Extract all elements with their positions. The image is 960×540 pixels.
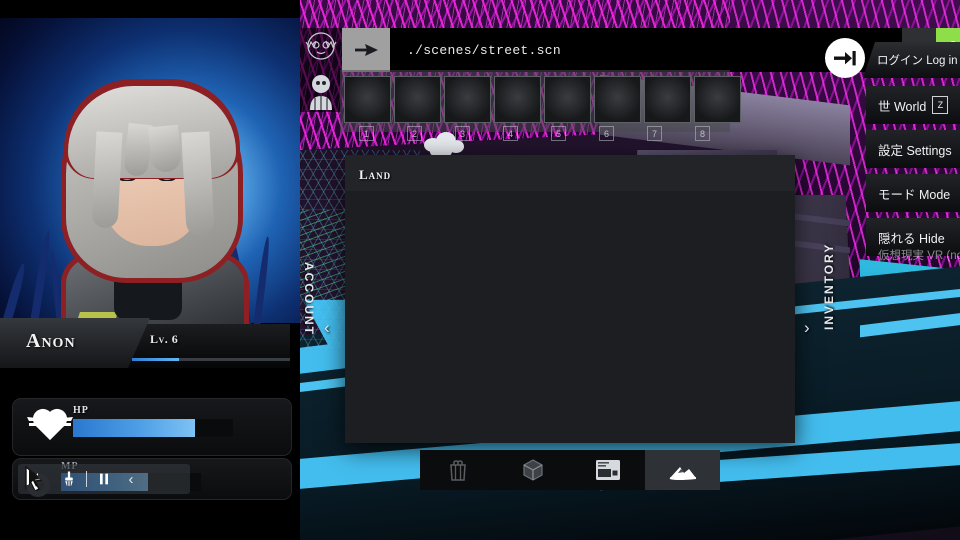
palette-collapse-chevron: ‹ [128, 470, 134, 488]
character-sidelock-right [181, 131, 215, 237]
hotbar-slot[interactable] [444, 76, 491, 123]
hotbar-slot[interactable] [394, 76, 441, 123]
hotbar-slot-number: 5 [536, 126, 581, 141]
vr-label: 仮想現実 VR (no) [878, 250, 960, 262]
hotbar-slot-number-label: 5 [551, 126, 566, 141]
character-model [52, 80, 252, 330]
menu-item-1[interactable]: 世 World Z [866, 86, 960, 124]
avatar-face-icon [305, 32, 337, 110]
winged-heart-icon [27, 411, 73, 441]
hotbar-slot-number-label: 1 [359, 126, 374, 141]
back-button[interactable] [342, 28, 390, 72]
tab-land[interactable] [645, 450, 720, 490]
box-icon [522, 459, 543, 481]
hotbar-slot-number-label: 7 [647, 126, 662, 141]
land-panel[interactable]: Land [345, 155, 795, 443]
hotbar-slot-number: 4 [488, 126, 533, 141]
character-level: Lv. 6 [150, 332, 179, 346]
main-menu[interactable]: 世 World Z 設定 Settings モード Mode 隠れる Hide [866, 86, 960, 262]
land-icon [669, 467, 696, 480]
hotbar-slot-number: 3 [440, 126, 485, 141]
xp-bar-track [132, 358, 290, 361]
account-rail-chevron[interactable]: ‹ [324, 318, 330, 338]
hotbar[interactable]: 1 2 3 4 5 6 7 8 [340, 70, 741, 141]
scene-path-value: ./scenes/street.scn [407, 42, 561, 58]
brush-icon [65, 471, 73, 486]
panel-content-area[interactable] [345, 191, 795, 443]
character-name: Anon [26, 330, 76, 352]
hotbar-slot[interactable] [694, 76, 741, 123]
menu-item-label: 設定 Settings [878, 143, 952, 158]
game-ui-root: Anon Lv. 6 HP MP [0, 0, 960, 540]
tab-cards[interactable] [570, 450, 645, 490]
nameplate: Anon Lv. 6 [0, 318, 290, 376]
back-arrow-icon [355, 44, 378, 56]
character-bang-2 [148, 124, 182, 174]
hotbar-slot-number: 8 [680, 126, 725, 141]
hp-bar-track [73, 419, 233, 437]
brush-tool-button[interactable] [52, 464, 86, 494]
pause-tool-button[interactable] [87, 464, 121, 494]
login-label: ログイン Log in [877, 55, 958, 67]
hotbar-slot-number-label: 4 [503, 126, 518, 141]
hotbar-number-row: 1 2 3 4 5 6 7 8 [344, 126, 725, 141]
tab-gifts[interactable] [420, 450, 495, 490]
account-rail-label[interactable]: ACCOUNT [302, 262, 316, 336]
menu-item-3[interactable]: モード Mode [866, 174, 960, 212]
hotbar-slot-number: 2 [392, 126, 437, 141]
menu-item-label: 世 World [878, 99, 927, 114]
xp-bar-fill [132, 358, 180, 361]
hotbar-slot[interactable] [594, 76, 641, 123]
menu-item-2[interactable]: 設定 Settings [866, 130, 960, 168]
inventory-rail-chevron[interactable]: › [804, 318, 810, 338]
card-window-icon [595, 460, 620, 480]
hotbar-slot-number: 6 [584, 126, 629, 141]
hp-label: HP [73, 405, 89, 416]
pause-icon [100, 473, 108, 485]
panel-title: Land [359, 167, 392, 182]
character-sidelock-left [91, 131, 123, 229]
avatar-stack[interactable] [300, 28, 342, 112]
menu-item-label: モード Mode [878, 187, 951, 202]
hotbar-slot-row [344, 76, 741, 123]
hotbar-slot[interactable] [344, 76, 391, 123]
menu-item-shortcut: Z [932, 96, 949, 114]
hotbar-slot-number-label: 8 [695, 126, 710, 141]
hotbar-slot-number-label: 6 [599, 126, 614, 141]
hotbar-slot[interactable] [494, 76, 541, 123]
login-button[interactable]: ログイン Log in [863, 42, 960, 78]
hotbar-slot-number-label: 3 [455, 126, 470, 141]
scene-path-field[interactable]: ./scenes/street.scn [390, 28, 902, 72]
bottom-tab-bar[interactable] [420, 450, 720, 490]
cursor-arrow-icon [20, 464, 54, 498]
inventory-rail-label[interactable]: INVENTORY [822, 243, 836, 330]
hotbar-slot-number: 7 [632, 126, 677, 141]
login-avatar-button[interactable] [825, 38, 865, 78]
sign-in-icon [834, 51, 856, 66]
vr-menu-item[interactable]: 仮想現実 VR (no) [866, 244, 960, 266]
hotbar-slot-number: 1 [344, 126, 389, 141]
hotbar-slot-number-label: 2 [407, 126, 422, 141]
hotbar-slot[interactable] [544, 76, 591, 123]
tab-items[interactable] [495, 450, 570, 490]
palette-collapse-button[interactable]: ‹ [121, 464, 141, 494]
character-portrait [0, 0, 300, 340]
gift-bag-icon [449, 460, 466, 481]
hotbar-slot[interactable] [644, 76, 691, 123]
hp-card: HP [12, 398, 292, 456]
hp-bar-fill [73, 419, 195, 437]
